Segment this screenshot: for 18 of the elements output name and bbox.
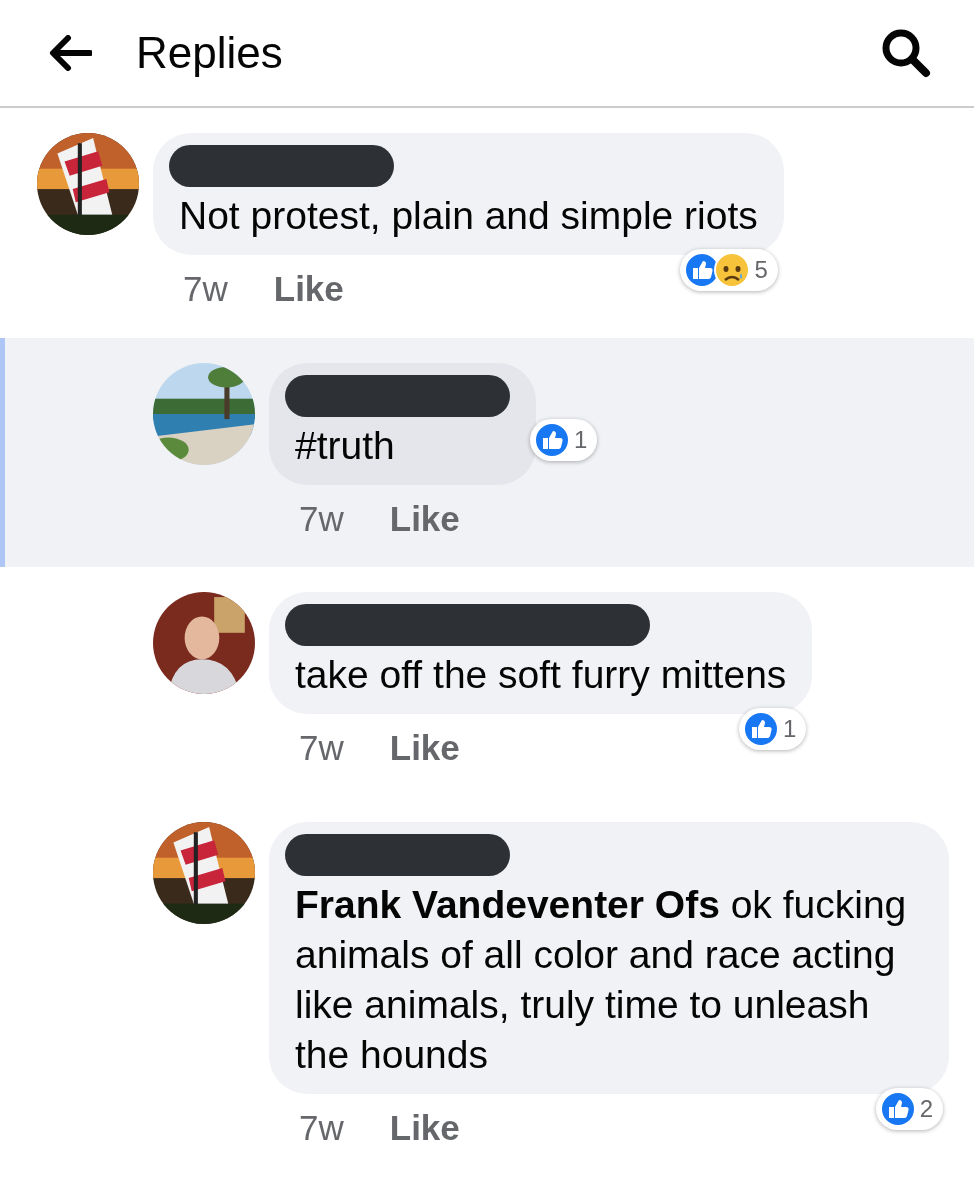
comment-text: #truth: [295, 422, 396, 469]
timestamp: 7w: [299, 497, 344, 540]
page-title: Replies: [136, 27, 283, 79]
comment-text: Frank Vandeventer Ofs ok fucking animals of all color and race acting like animals, truly time to unleash the hounds: [295, 881, 908, 1078]
like-link[interactable]: Like: [389, 1101, 460, 1154]
reaction-badge[interactable]: 1: [530, 418, 598, 461]
comment-text: take off the soft furry mittens: [295, 652, 787, 698]
timestamp: 7w: [299, 1106, 344, 1149]
timestamp: 7w: [299, 727, 344, 769]
reaction-badge[interactable]: 2: [875, 1087, 943, 1130]
reaction-badge[interactable]: 1: [738, 708, 807, 750]
back-arrow-icon[interactable]: [48, 35, 92, 71]
reaction-badge[interactable]: 5: [680, 249, 778, 291]
like-link[interactable]: Like: [389, 722, 460, 775]
comment-text: Not protest, plain and simple riots: [179, 193, 758, 239]
timestamp: 7w: [183, 268, 228, 310]
like-link[interactable]: Like: [389, 492, 460, 545]
like-link[interactable]: Like: [273, 263, 344, 316]
